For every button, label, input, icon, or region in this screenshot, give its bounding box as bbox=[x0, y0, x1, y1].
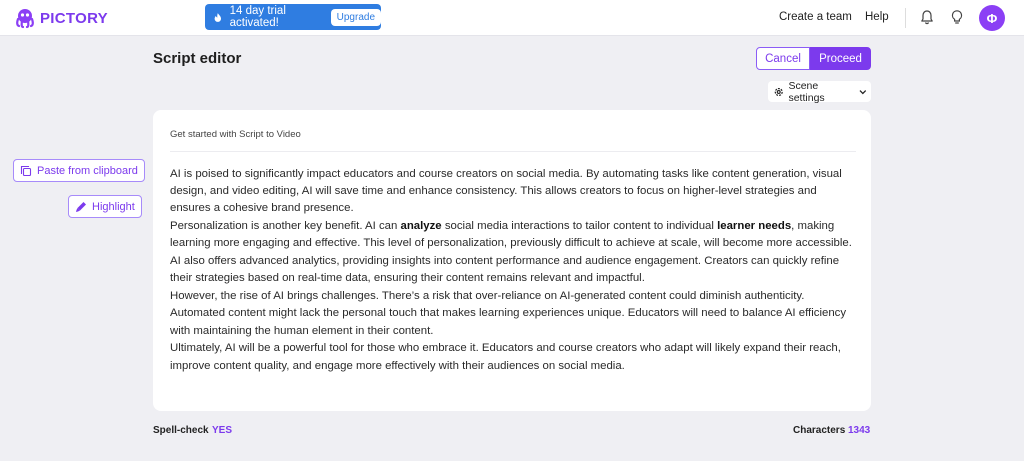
chevron-down-icon bbox=[859, 89, 867, 94]
nav-divider bbox=[905, 8, 906, 28]
upgrade-button[interactable]: Upgrade bbox=[330, 8, 381, 26]
script-text-run: Personalization is another key benefit. … bbox=[170, 220, 401, 233]
characters-label: Characters bbox=[793, 425, 846, 436]
octopus-logo-icon bbox=[16, 9, 34, 29]
user-avatar[interactable]: Φ bbox=[979, 5, 1005, 31]
flame-icon bbox=[214, 12, 222, 22]
script-paragraph[interactable]: AI is poised to significantly impact edu… bbox=[170, 166, 860, 218]
highlighted-keyword: analyze bbox=[400, 220, 442, 233]
brand-logo[interactable]: PICTORY bbox=[14, 7, 108, 29]
script-paragraph[interactable]: Ultimately, AI will be a powerful tool f… bbox=[170, 340, 860, 374]
script-text-area[interactable]: AI is poised to significantly impact edu… bbox=[170, 166, 860, 375]
bell-icon[interactable] bbox=[919, 9, 935, 25]
script-paragraph[interactable]: However, the rise of AI brings challenge… bbox=[170, 288, 860, 340]
trial-banner: 14 day trial activated! Upgrade bbox=[205, 4, 381, 30]
script-editor-card: Get started with Script to Video AI is p… bbox=[153, 110, 871, 411]
editor-divider bbox=[170, 151, 856, 152]
lightbulb-icon[interactable] bbox=[949, 9, 965, 25]
marker-icon bbox=[76, 201, 86, 212]
brand-name: PICTORY bbox=[40, 9, 108, 27]
spellcheck-toggle[interactable]: YES bbox=[212, 425, 232, 436]
highlight-label: Highlight bbox=[92, 200, 135, 213]
action-buttons: Cancel Proceed bbox=[756, 47, 871, 70]
create-team-link[interactable]: Create a team bbox=[779, 11, 852, 23]
help-link[interactable]: Help bbox=[865, 11, 889, 23]
trial-text: 14 day trial activated! bbox=[229, 5, 286, 29]
paste-label: Paste from clipboard bbox=[37, 164, 138, 177]
highlighted-keyword: learner needs bbox=[717, 220, 792, 233]
script-text-run: social media interactions to tailor cont… bbox=[441, 220, 718, 233]
scene-settings-dropdown[interactable]: Scene settings bbox=[768, 79, 871, 104]
proceed-button[interactable]: Proceed bbox=[810, 47, 871, 70]
script-text-run: AI also offers advanced analytics, provi… bbox=[170, 255, 840, 285]
scene-settings-label: Scene settings bbox=[788, 79, 825, 104]
script-text-run: However, the rise of AI brings challenge… bbox=[170, 290, 847, 337]
editor-heading: Get started with Script to Video bbox=[170, 129, 301, 140]
script-paragraph[interactable]: Personalization is another key benefit. … bbox=[170, 218, 860, 252]
page-title: Script editor bbox=[153, 50, 242, 67]
paste-from-clipboard-button[interactable]: Paste from clipboard bbox=[13, 159, 145, 182]
gear-icon bbox=[774, 87, 783, 96]
highlight-button[interactable]: Highlight bbox=[68, 195, 142, 218]
script-text-run: AI is poised to significantly impact edu… bbox=[170, 168, 842, 215]
top-navigation-bar: PICTORY 14 day trial activated! Upgrade … bbox=[0, 0, 1024, 36]
spellcheck-label: Spell-check bbox=[153, 425, 209, 436]
script-paragraph[interactable]: AI also offers advanced analytics, provi… bbox=[170, 253, 860, 287]
cancel-button[interactable]: Cancel bbox=[756, 47, 810, 70]
script-text-run: Ultimately, AI will be a powerful tool f… bbox=[170, 342, 841, 372]
copy-icon bbox=[20, 165, 32, 176]
characters-count: 1343 bbox=[848, 425, 871, 436]
